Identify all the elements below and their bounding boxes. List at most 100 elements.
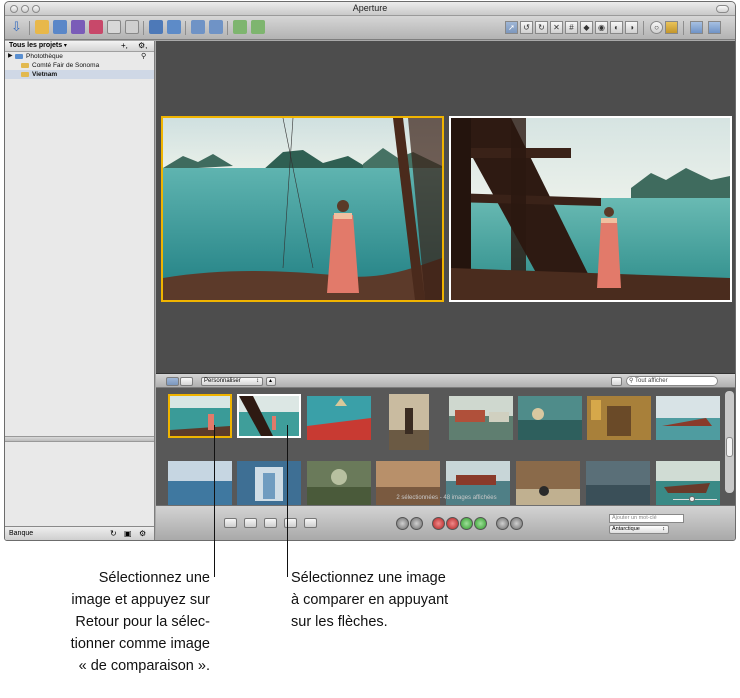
photo-girl-stairs — [451, 118, 730, 300]
keyword-preset-select[interactable]: Antarctique ↕ — [609, 525, 669, 534]
action-button[interactable]: ⚙, — [138, 41, 147, 51]
stack-icon[interactable] — [149, 20, 163, 34]
project-item-vietnam[interactable]: Vietnam — [5, 70, 154, 79]
view-options-popup[interactable]: Personnaliser ↕ — [201, 377, 263, 386]
slider-track — [673, 499, 717, 500]
project-icon — [21, 63, 29, 68]
next-image-button[interactable] — [510, 517, 523, 530]
thumbnail-size-slider[interactable] — [665, 495, 725, 503]
thumbnail[interactable] — [656, 396, 720, 440]
increase-rating-button[interactable] — [460, 517, 473, 530]
thumbnail-image — [656, 396, 720, 440]
new-light-table-icon[interactable] — [107, 20, 121, 34]
compare-image[interactable] — [161, 116, 444, 302]
filter-hud-icon[interactable] — [611, 377, 622, 386]
import-icon[interactable]: ⇩ — [11, 20, 25, 34]
rotate-right-icon[interactable] — [209, 20, 223, 34]
crop-tool-icon[interactable]: ✕ — [550, 21, 563, 34]
viewer-mode-icon[interactable] — [665, 21, 678, 34]
fullscreen-button[interactable] — [304, 518, 317, 528]
new-project-icon[interactable] — [35, 20, 49, 34]
toolbar-toggle-button[interactable] — [716, 5, 729, 13]
filter-icon[interactable]: ⚲ — [141, 52, 146, 61]
chevron-updown-icon: ↕ — [256, 378, 259, 384]
loupe-icon[interactable]: ○ — [650, 21, 663, 34]
scroll-thumb[interactable] — [726, 437, 733, 457]
single-view-button[interactable] — [284, 518, 297, 528]
gear-icon[interactable]: ⚙ — [139, 527, 146, 540]
rotate-right-button[interactable] — [410, 517, 423, 530]
callout-leader-right — [287, 425, 288, 577]
projects-header[interactable]: Tous les projets ▾ +, ⚙, — [5, 41, 154, 52]
rotate-tool-icon[interactable]: ↺ — [520, 21, 533, 34]
chevron-updown-icon: ↕ — [662, 526, 665, 532]
lower-panel-title: Banque — [9, 530, 34, 537]
selection-tool-icon[interactable]: ➚ — [505, 21, 518, 34]
project-icon — [21, 72, 29, 77]
new-album-icon[interactable] — [53, 20, 67, 34]
photo-halong-bay-girl — [163, 118, 442, 300]
callout-line: à comparer en appuyant — [291, 592, 449, 608]
stamp-icon[interactable]: ◑ — [625, 21, 638, 34]
callout-line: Sélectionnez une — [98, 570, 210, 586]
viewer-mode-button[interactable] — [224, 518, 237, 528]
list-view-icon[interactable] — [180, 377, 193, 386]
spot-patch-icon[interactable]: ◆ — [580, 21, 593, 34]
thumbnail[interactable] — [307, 396, 371, 440]
compare-mode-button[interactable] — [264, 518, 277, 528]
new-smart-album-icon[interactable] — [71, 20, 85, 34]
expand-icon[interactable]: ▴ — [266, 377, 276, 386]
lower-panel — [5, 442, 154, 526]
grid-view-icon[interactable] — [166, 377, 179, 386]
sync-icon[interactable]: ↻ — [110, 527, 117, 540]
project-item-sonoma[interactable]: Comté Fair de Sonoma — [5, 61, 154, 70]
thumbnail[interactable] — [587, 396, 651, 440]
toolbar: ⇩ ➚ ↺ ↻ ✕ # ◆ ◉ ◐ ◑ ○ — [5, 16, 735, 40]
rotate-left-button[interactable] — [396, 517, 409, 530]
callout-line: « de comparaison ». — [78, 658, 210, 674]
print-icon[interactable] — [251, 20, 265, 34]
new-web-gallery-icon[interactable] — [125, 20, 139, 34]
thumbnail-candidate[interactable] — [237, 394, 301, 438]
disclosure-triangle-icon[interactable]: ▶ — [8, 52, 13, 61]
thumbnail-image — [170, 396, 230, 436]
toolbar-separator — [643, 21, 644, 35]
decrease-rating-button[interactable] — [446, 517, 459, 530]
new-version-icon[interactable] — [167, 20, 181, 34]
thumbnail[interactable] — [449, 396, 513, 440]
thumbnail-image — [518, 396, 582, 440]
slider-knob[interactable] — [689, 496, 695, 502]
red-eye-icon[interactable]: ◉ — [595, 21, 608, 34]
select-button[interactable] — [474, 517, 487, 530]
project-item-phototheque[interactable]: ▶ Photothèque ⚲ — [5, 52, 154, 61]
add-button[interactable]: +, — [121, 41, 128, 51]
thumbnail-compare[interactable] — [168, 394, 232, 438]
thumbnail[interactable] — [518, 396, 582, 440]
toolbar-separator — [29, 21, 30, 35]
thumbnail[interactable] — [389, 394, 429, 450]
thumbnail-image — [449, 396, 513, 440]
browser-scrollbar[interactable] — [725, 391, 734, 493]
callout-leader-left — [214, 425, 215, 577]
keyword-input[interactable]: Ajouter un mot-clé — [609, 514, 684, 523]
display-secondary-icon[interactable] — [708, 21, 721, 34]
title-bar: Aperture — [5, 2, 735, 16]
search-field[interactable]: ⚲ Tout afficher — [626, 376, 718, 386]
projects-popup-label[interactable]: Tous les projets — [9, 42, 62, 49]
keyword-preset-value: Antarctique — [612, 526, 640, 532]
new-book-icon[interactable] — [89, 20, 103, 34]
info-icon[interactable]: ▣ — [124, 527, 132, 540]
rotate-left-icon[interactable] — [191, 20, 205, 34]
email-icon[interactable] — [233, 20, 247, 34]
display-main-icon[interactable] — [690, 21, 703, 34]
callout-line: tionner comme image — [70, 636, 210, 652]
straighten-tool-icon[interactable]: ↻ — [535, 21, 548, 34]
lift-stamp-icon[interactable]: ◐ — [610, 21, 623, 34]
reject-button[interactable] — [432, 517, 445, 530]
previous-image-button[interactable] — [496, 517, 509, 530]
crop-frame-icon[interactable]: # — [565, 21, 578, 34]
search-icon: ⚲ — [629, 378, 634, 384]
candidate-image[interactable] — [449, 116, 732, 302]
stack-mode-button[interactable] — [244, 518, 257, 528]
thumbnail-image — [307, 396, 371, 440]
